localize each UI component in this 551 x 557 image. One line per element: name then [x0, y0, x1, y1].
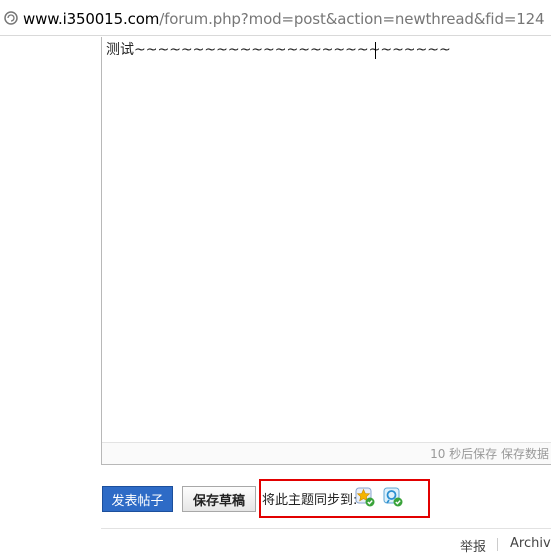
footer-divider: [101, 528, 551, 529]
url-path: /forum.php?mod=post&action=newthread&fid…: [159, 10, 545, 28]
archiver-link[interactable]: Archiver: [510, 536, 551, 551]
qzone-icon[interactable]: [355, 487, 375, 507]
editor-statusbar: 10 秒后保存 保存数据: [102, 442, 551, 464]
submit-post-button[interactable]: 发表帖子: [102, 486, 173, 512]
editor-content[interactable]: 测试~~~~~~~~~~~~~~~~~~~~~~~~~~~: [106, 40, 451, 60]
text-caret: [375, 42, 376, 59]
address-bar[interactable]: www.i350015.com/forum.php?mod=post&actio…: [0, 0, 551, 36]
sync-label: 将此主题同步到:: [262, 493, 358, 508]
save-draft-button[interactable]: 保存草稿: [182, 486, 256, 512]
footer-separator: [497, 538, 498, 551]
autosave-status: 10 秒后保存 保存数据: [430, 447, 549, 461]
url-domain: www.i350015.com: [23, 10, 160, 28]
url-text[interactable]: www.i350015.com/forum.php?mod=post&actio…: [23, 9, 545, 29]
tencent-weibo-icon[interactable]: [383, 487, 403, 507]
report-link[interactable]: 举报: [460, 536, 486, 555]
page-info-icon[interactable]: [4, 11, 18, 25]
post-editor[interactable]: 测试~~~~~~~~~~~~~~~~~~~~~~~~~~~ 10 秒后保存 保存…: [101, 37, 551, 465]
